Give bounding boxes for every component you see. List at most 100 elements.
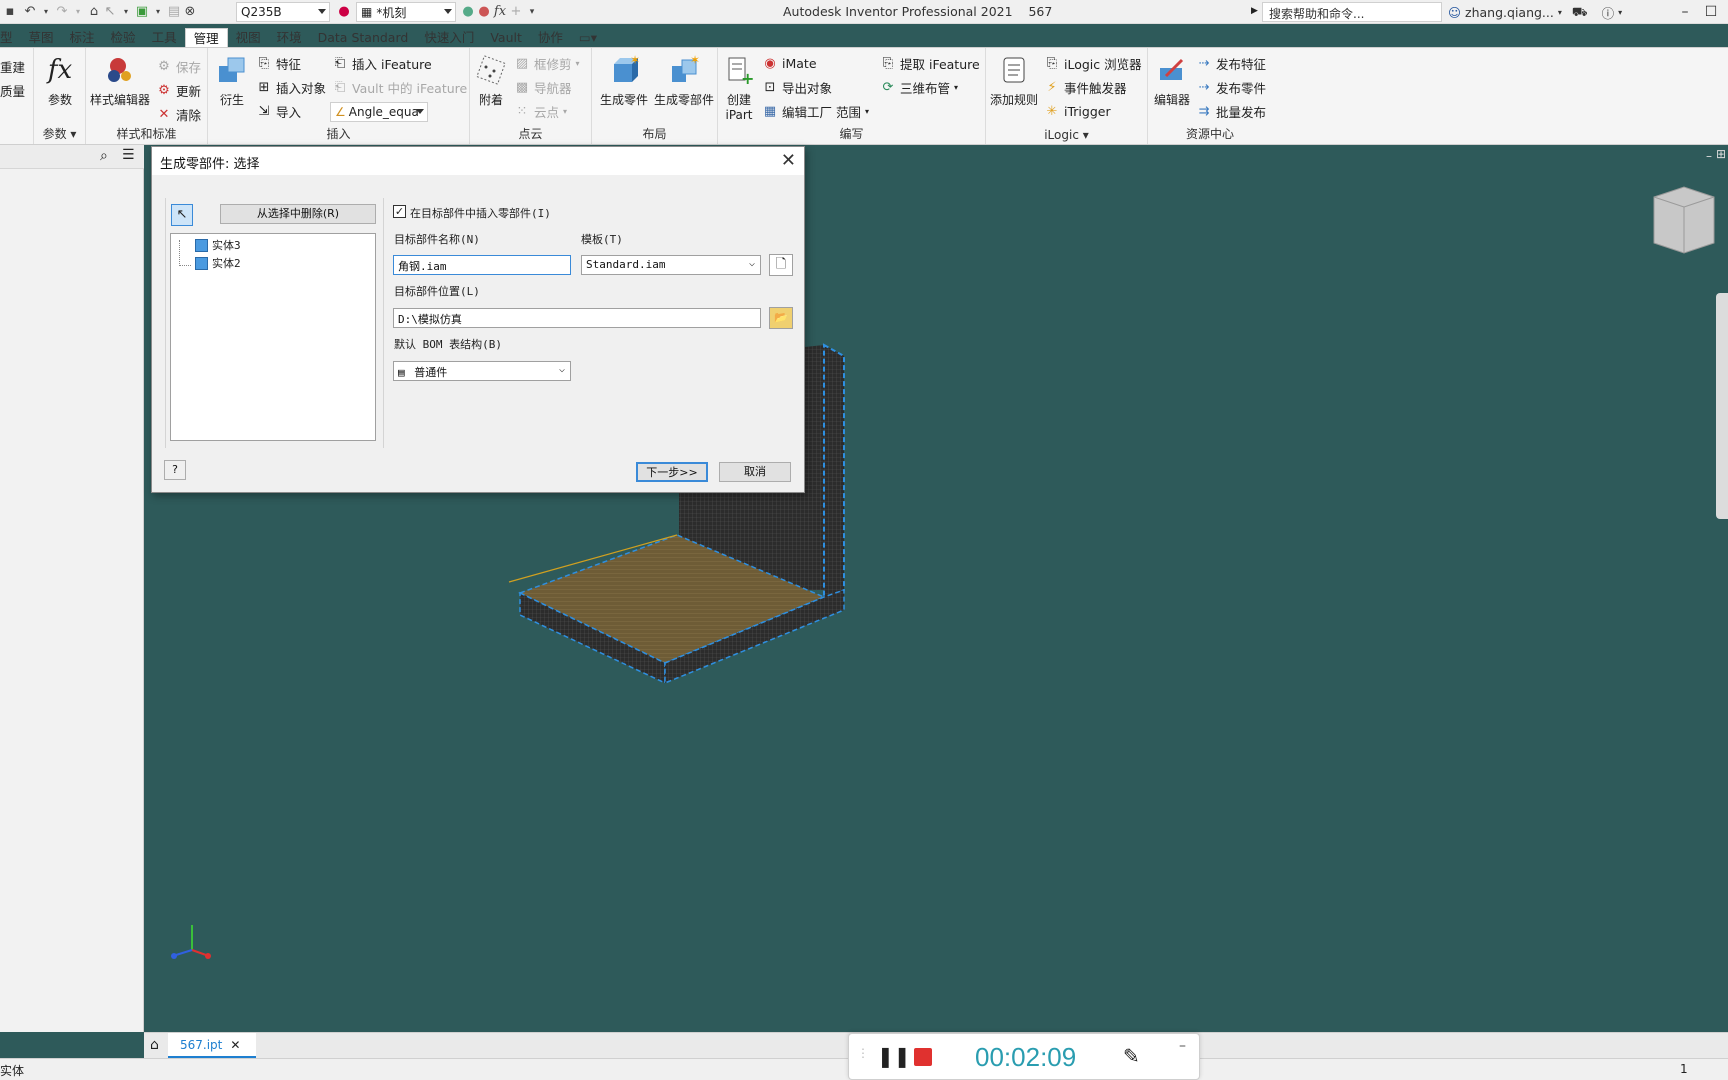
save-icon[interactable]: ▪	[2, 4, 18, 20]
style-editor-button[interactable]: 样式编辑器	[88, 53, 152, 108]
attach-button[interactable]: 附着	[474, 53, 508, 108]
tab-data-standard[interactable]: Data Standard	[310, 28, 417, 48]
export-object-button[interactable]: ⊡ 导出对象	[762, 77, 832, 97]
view-cube[interactable]	[1653, 186, 1715, 254]
navigation-bar[interactable]	[1716, 293, 1728, 519]
make-part-button[interactable]: ✶ 生成零件	[596, 53, 652, 108]
next-button[interactable]: 下一步>>	[636, 462, 708, 482]
rebuild-button[interactable]: 重建	[0, 56, 25, 76]
tab-get-started[interactable]: 快速入门	[416, 28, 482, 48]
undo-icon[interactable]: ↶	[22, 4, 38, 20]
update-icon[interactable]: ▣	[134, 4, 150, 20]
select-icon[interactable]: ↖	[102, 4, 118, 20]
update-style-button[interactable]: ⚙ 更新	[156, 80, 201, 100]
menu-icon[interactable]: ☰	[122, 147, 135, 163]
help-button[interactable]: ?	[164, 460, 186, 480]
fx-icon[interactable]: fx	[492, 4, 508, 20]
minimize-icon[interactable]: –	[1179, 1038, 1186, 1054]
target-location-input[interactable]: D:\模拟仿真	[393, 308, 761, 328]
parameters-button[interactable]: fx 参数	[42, 53, 78, 108]
close-icon[interactable]: ✕	[781, 150, 796, 171]
tube-pipe-button[interactable]: ⟳ 三维布管 ▾	[880, 77, 958, 97]
tab-extra-dropdown[interactable]: ▭▾	[571, 28, 605, 48]
tab-inspect[interactable]: 检验	[103, 28, 144, 48]
material-combo[interactable]: Q235B	[236, 2, 330, 22]
tab-collaborate[interactable]: 协作	[530, 28, 571, 48]
tab-manage[interactable]: 管理	[184, 28, 228, 48]
editor-button[interactable]: 编辑器	[1152, 53, 1192, 108]
browse-template-button[interactable]: 🗋	[769, 254, 793, 276]
home-icon[interactable]: ⌂	[86, 4, 102, 20]
doc-tab-567[interactable]: 567.ipt ✕	[168, 1033, 256, 1058]
home-icon[interactable]: ⌂	[150, 1037, 159, 1053]
group-label[interactable]: iLogic ▾	[986, 128, 1147, 142]
batch-publish-button[interactable]: ⇉ 批量发布	[1196, 101, 1266, 121]
minimize-button[interactable]: –	[1674, 2, 1696, 22]
help-icon[interactable]: ⓘ	[1602, 3, 1615, 22]
event-trigger-button[interactable]: ⚡ 事件触发器	[1044, 77, 1126, 97]
undo-dropdown-icon[interactable]: ▾	[38, 4, 54, 20]
tab-environments[interactable]: 环境	[269, 28, 310, 48]
publish-part-button[interactable]: ⇢ 发布零件	[1196, 77, 1266, 97]
cart-icon[interactable]: ⛟	[1572, 4, 1588, 21]
import-button[interactable]: ⇲ 导入	[256, 101, 301, 121]
redo-dropdown-icon[interactable]: ▾	[70, 4, 86, 20]
add-rule-button[interactable]: 添加规则	[988, 53, 1040, 108]
clear-appearance-icon[interactable]: ●	[476, 4, 492, 20]
viewport-layout-icon[interactable]: ⊞	[1716, 147, 1726, 161]
extract-ifeature-button[interactable]: ⎘ 提取 iFeature	[880, 53, 980, 73]
imate-button[interactable]: ◉ iMate	[762, 53, 816, 73]
insert-components-checkbox[interactable]: ✓	[393, 205, 406, 218]
select-dropdown-icon[interactable]: ▾	[118, 4, 134, 20]
target-name-input[interactable]: 角钢.iam	[393, 255, 571, 275]
feature-button[interactable]: ⎘ 特征	[256, 53, 301, 73]
derive-button[interactable]: 衍生	[212, 53, 252, 108]
tab-sketch[interactable]: 草图	[21, 28, 62, 48]
brush-icon[interactable]: ✎	[1123, 1044, 1140, 1068]
select-cursor-button[interactable]: ↖	[171, 204, 193, 226]
vault-ifeature-button[interactable]: ⎗ Vault 中的 iFeature	[332, 77, 467, 97]
tab-annotate[interactable]: 标注	[62, 28, 103, 48]
browse-folder-button[interactable]: 📂	[769, 307, 793, 329]
appearance-combo[interactable]: ▦ *机刻	[356, 2, 456, 22]
help-search-input[interactable]: 搜索帮助和命令...	[1262, 2, 1442, 22]
edit-factory-scope-button[interactable]: ▦ 编辑工厂 范围 ▾	[762, 101, 869, 121]
close-icon[interactable]: ✕	[230, 1038, 240, 1052]
navigator-button[interactable]: ▩ 导航器	[514, 77, 572, 97]
maximize-button[interactable]: ☐	[1700, 2, 1722, 22]
template-select[interactable]: Standard.iam ⌵	[581, 255, 761, 275]
bom-structure-select[interactable]: ▤ 普通件 ⌵	[393, 361, 571, 381]
list-item[interactable]: 实体3	[195, 237, 241, 253]
adjust-icon[interactable]: ●	[460, 4, 476, 20]
tab-vault[interactable]: Vault	[482, 28, 530, 48]
ilogic-browser-button[interactable]: ⎘ iLogic 浏览器	[1044, 53, 1142, 73]
angle-combo[interactable]: ∠ Angle_equa	[330, 102, 428, 122]
stop-icon[interactable]	[914, 1048, 932, 1066]
local-update-icon[interactable]: ▤	[166, 4, 182, 20]
redo-icon[interactable]: ↷	[54, 4, 70, 20]
update-dropdown-icon[interactable]: ▾	[150, 4, 166, 20]
list-item[interactable]: 实体2	[195, 255, 241, 271]
trim-box-button[interactable]: ▨ 框修剪 ▾	[514, 53, 580, 73]
insert-object-button[interactable]: ⊞ 插入对象	[256, 77, 326, 97]
tab-view[interactable]: 视图	[228, 28, 269, 48]
customize-dropdown-icon[interactable]: ▾	[524, 4, 540, 20]
cancel-button[interactable]: 取消	[719, 462, 791, 482]
user-menu[interactable]: ☺ zhang.qiang... ▾ ⛟ ⓘ ▾	[1448, 3, 1622, 22]
drag-handle-icon[interactable]: ⋮	[857, 1046, 869, 1060]
viewport-minimize-icon[interactable]: –	[1706, 149, 1712, 163]
search-icon[interactable]: ⌕	[100, 148, 108, 164]
tab-tools[interactable]: 工具	[144, 28, 185, 48]
insert-ifeature-button[interactable]: ⎗ 插入 iFeature	[332, 53, 432, 73]
create-ipart-button[interactable]: + 创建 iPart	[720, 53, 758, 122]
make-components-button[interactable]: ✶ 生成零部件	[652, 53, 716, 108]
publish-feature-button[interactable]: ⇢ 发布特征	[1196, 53, 1266, 73]
chevron-right-icon[interactable]: ▶	[1251, 6, 1258, 16]
tab-model[interactable]: 型	[0, 28, 21, 48]
mass-button[interactable]: 质量	[0, 80, 25, 100]
pause-icon[interactable]: ❚❚	[877, 1044, 911, 1068]
itrigger-button[interactable]: ✳ iTrigger	[1044, 101, 1111, 121]
cloud-point-button[interactable]: ⁙ 云点 ▾	[514, 101, 567, 121]
group-label[interactable]: 参数 ▾	[34, 125, 85, 142]
plus-icon[interactable]: +	[508, 4, 524, 20]
